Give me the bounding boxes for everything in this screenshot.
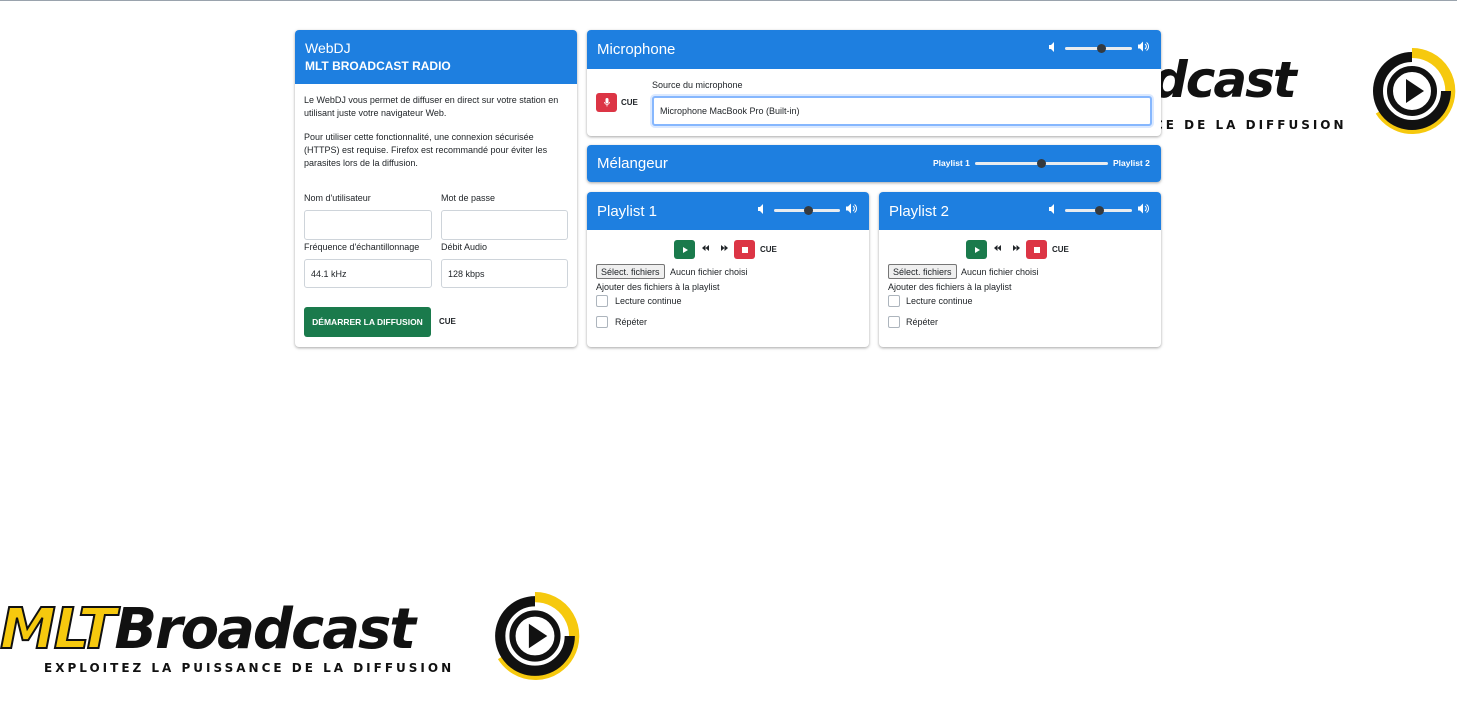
fast-forward-icon: [1013, 245, 1020, 251]
fast-forward-icon: [721, 245, 728, 251]
playlist-1-cue-button[interactable]: CUE: [760, 245, 777, 254]
crossfader-slider[interactable]: [975, 159, 1108, 168]
rewind-icon: [702, 245, 709, 251]
playlist-2-title: Playlist 2: [889, 203, 950, 220]
webdj-title: WebDJ: [305, 40, 351, 56]
playlist-1-continuous-checkbox[interactable]: [596, 295, 608, 307]
mixer-left-label: Playlist 1: [933, 158, 970, 168]
play-icon: [974, 246, 980, 253]
password-input[interactable]: [441, 210, 568, 240]
playlist-2-stop-button[interactable]: [1026, 240, 1047, 259]
playlist-1-file-status: Aucun fichier choisi: [670, 267, 748, 277]
playlist-2-rewind-button[interactable]: [994, 245, 1001, 253]
playlist-2-file-button[interactable]: Sélect. fichiers: [888, 264, 957, 279]
playlist-1-title: Playlist 1: [597, 203, 658, 220]
play-icon: [682, 246, 688, 253]
playlist-2-add-files-label: Ajouter des fichiers à la playlist: [888, 282, 1012, 292]
playlist-1-header: Playlist 1: [587, 192, 869, 230]
slider-thumb[interactable]: [803, 206, 813, 215]
playlist-1-stop-button[interactable]: [734, 240, 755, 259]
brand-logo-right: dcast CE DE LA DIFFUSION: [1146, 45, 1457, 137]
microphone-source-select[interactable]: Microphone MacBook Pro (Built-in): [652, 96, 1152, 126]
webdj-description: Le WebDJ vous permet de diffuser en dire…: [304, 95, 559, 118]
mixer-title: Mélangeur: [597, 155, 668, 172]
start-broadcast-button[interactable]: DÉMARRER LA DIFFUSION: [304, 307, 431, 337]
playlist-1-card: Playlist 1 CUE Sélect. fichiers Aucun fi…: [587, 192, 869, 347]
logo-play-mark: [495, 592, 580, 680]
microphone-toggle-button[interactable]: [596, 93, 617, 112]
microphone-volume-slider[interactable]: [1065, 44, 1132, 53]
stop-icon: [1033, 246, 1040, 253]
mixer-header: Mélangeur Playlist 1 Playlist 2: [587, 145, 1161, 182]
microphone-source-label: Source du microphone: [652, 80, 743, 90]
logo-play-mark: [1373, 47, 1456, 134]
mixer-right-label: Playlist 2: [1113, 158, 1150, 168]
logo-tagline: CE DE LA DIFFUSION: [1154, 118, 1347, 132]
volume-high-icon: [1138, 41, 1149, 52]
bitrate-select[interactable]: 128 kbps: [441, 259, 568, 288]
samplerate-select[interactable]: 44.1 kHz: [304, 259, 432, 288]
volume-high-icon: [846, 203, 857, 214]
playlist-1-rewind-button[interactable]: [702, 245, 709, 253]
playlist-2-repeat-label: Répéter: [906, 317, 939, 327]
slider-thumb[interactable]: [1095, 206, 1105, 215]
brand-logo-bottom: MLTBroadcast EXPLOITEZ LA PUISSANCE DE L…: [0, 591, 580, 683]
logo-wordmark: MLTBroadcast: [0, 596, 416, 663]
playlist-2-volume-slider[interactable]: [1065, 206, 1132, 215]
slider-thumb[interactable]: [1097, 44, 1107, 53]
microphone-title: Microphone: [597, 41, 676, 58]
webdj-card: WebDJ MLT BROADCAST RADIO Le WebDJ vous …: [295, 30, 577, 347]
playlist-1-continuous-label: Lecture continue: [615, 296, 682, 306]
slider-thumb[interactable]: [1037, 159, 1046, 168]
volume-low-icon: [1049, 204, 1054, 214]
playlist-2-continuous-label: Lecture continue: [906, 296, 973, 306]
playlist-2-repeat-checkbox[interactable]: [888, 316, 900, 328]
playlist-2-forward-button[interactable]: [1013, 245, 1020, 253]
microphone-header: Microphone: [587, 30, 1161, 69]
playlist-1-play-button[interactable]: [674, 240, 695, 259]
volume-high-icon: [1138, 203, 1149, 214]
volume-low-icon: [758, 204, 763, 214]
playlist-2-play-button[interactable]: [966, 240, 987, 259]
playlist-1-forward-button[interactable]: [721, 245, 728, 253]
webdj-subtitle: MLT BROADCAST RADIO: [305, 59, 451, 73]
playlist-1-add-files-label: Ajouter des fichiers à la playlist: [596, 282, 720, 292]
playlist-1-file-button[interactable]: Sélect. fichiers: [596, 264, 665, 279]
playlist-1-repeat-checkbox[interactable]: [596, 316, 608, 328]
microphone-cue-button[interactable]: CUE: [621, 98, 638, 107]
username-label: Nom d'utilisateur: [304, 193, 371, 203]
playlist-2-cue-button[interactable]: CUE: [1052, 245, 1069, 254]
playlist-2-header: Playlist 2: [879, 192, 1161, 230]
rewind-icon: [994, 245, 1001, 251]
playlist-1-volume-slider[interactable]: [774, 206, 840, 215]
microphone-icon: [603, 98, 610, 107]
volume-low-icon: [1049, 42, 1054, 52]
username-input[interactable]: [304, 210, 432, 240]
mixer-card: Mélangeur Playlist 1 Playlist 2: [587, 145, 1161, 182]
stop-icon: [741, 246, 748, 253]
logo-wordmark: dcast: [1152, 51, 1297, 109]
samplerate-label: Fréquence d'échantillonnage: [304, 242, 420, 252]
webdj-header: WebDJ MLT BROADCAST RADIO: [295, 30, 577, 84]
microphone-card: Microphone CUE Source du microphone Micr…: [587, 30, 1161, 136]
webdj-cue-button[interactable]: CUE: [439, 317, 456, 326]
playlist-2-file-status: Aucun fichier choisi: [961, 267, 1039, 277]
playlist-1-repeat-label: Répéter: [615, 317, 648, 327]
webdj-https-notice: Pour utiliser cette fonctionnalité, une …: [304, 132, 548, 168]
password-label: Mot de passe: [441, 193, 496, 203]
bitrate-label: Débit Audio: [441, 242, 488, 252]
logo-tagline: EXPLOITEZ LA PUISSANCE DE LA DIFFUSION: [44, 661, 455, 675]
playlist-2-continuous-checkbox[interactable]: [888, 295, 900, 307]
playlist-2-card: Playlist 2 CUE Sélect. fichiers Aucun fi…: [879, 192, 1161, 347]
